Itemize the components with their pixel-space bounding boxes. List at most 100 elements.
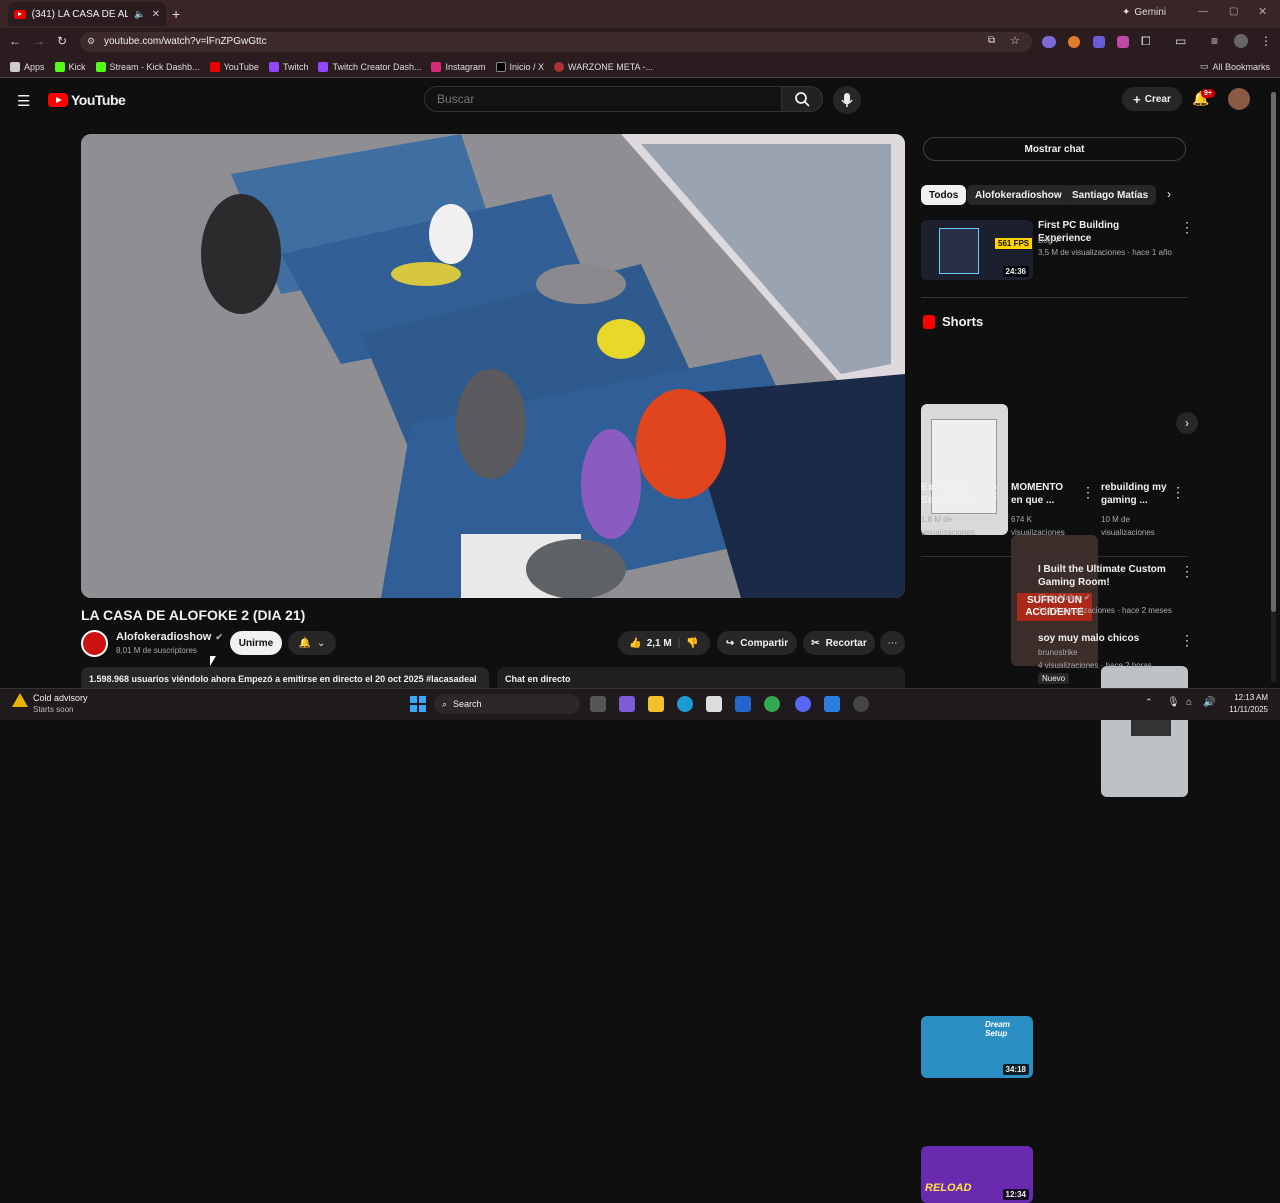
tab-close-icon[interactable]: ✕ [152,9,160,20]
puzzle-extensions-icon[interactable]: ⧠ [1141,34,1151,49]
tray-chevron-up-icon[interactable]: ⌃ [1145,697,1153,708]
extension-icon[interactable] [1117,36,1129,48]
clock-date[interactable]: 11/11/2025 [1224,705,1268,714]
app-icon[interactable] [853,696,869,712]
create-button[interactable]: + Crear [1122,87,1182,111]
store-icon[interactable] [706,696,722,712]
chips-next-arrow-icon[interactable]: › [1167,187,1171,201]
more-vertical-icon[interactable]: ⋮ [1081,484,1095,501]
channel-avatar[interactable] [81,630,108,657]
join-button[interactable]: Unirme [230,631,282,655]
bookmark-twitch-creator[interactable]: Twitch Creator Dash... [318,61,421,72]
more-vertical-icon[interactable]: ⋮ [1171,484,1185,501]
more-actions-button[interactable]: ⋯ [880,631,905,655]
app-icon[interactable] [824,696,840,712]
bookmark-kick-dashboard[interactable]: Stream - Kick Dashb... [95,61,200,72]
extension-icon[interactable] [1068,36,1080,48]
address-bar[interactable]: ⚙ youtube.com/watch?v=lFnZPGwGttc ⧉ ☆ [80,32,1032,52]
short-title[interactable]: rebuilding my gaming ... [1101,481,1167,507]
more-vertical-icon[interactable]: ⋮ [1180,563,1194,580]
chip-santiago[interactable]: Santiago Matías [1064,185,1157,205]
weather-title[interactable]: Cold advisory [33,693,88,703]
page-scrollbar-thumb[interactable] [1271,92,1276,612]
related-video-title[interactable]: I Built the Ultimate Custom Gaming Room! [1038,563,1168,589]
new-tab-button[interactable]: + [172,6,180,22]
short-title[interactable]: Extreme & Streaming... [921,481,987,507]
gemini-button[interactable]: ✦ Gemini [1122,7,1166,18]
cast-icon[interactable]: ▭ [1175,34,1186,48]
chip-channel[interactable]: Alofokeradioshow [967,185,1070,205]
chevron-right-icon: › [1185,416,1189,430]
bookmark-x[interactable]: Inicio / X [495,61,544,72]
bookmark-warzone[interactable]: WARZONE META -... [554,61,653,72]
taskbar-search[interactable]: ⌕ Search [434,694,580,714]
voice-search-button[interactable] [833,86,861,114]
youtube-play-icon [48,93,68,107]
related-channel[interactable]: Chris Maher ✔ [1038,591,1091,604]
share-button[interactable]: ↪ Compartir [717,631,797,655]
browser-menu-icon[interactable]: ⋮ [1260,34,1272,48]
browser-tab[interactable]: (341) LA CASA DE ALOFOKE 🔈 ✕ [8,2,166,26]
account-avatar[interactable] [1228,88,1250,110]
edge-icon[interactable] [677,696,693,712]
extension-icon[interactable] [1093,36,1105,48]
description-box[interactable]: 1.598.968 usuarios viéndolo ahora Empezó… [81,667,489,688]
bookmark-twitch[interactable]: Twitch [268,61,308,72]
more-vertical-icon[interactable]: ⋮ [1180,632,1194,649]
shorts-next-button[interactable]: › [1176,412,1198,434]
like-button[interactable]: 👍 2,1 M [629,638,671,649]
more-vertical-icon[interactable]: ⋮ [1180,219,1194,236]
install-app-icon[interactable]: ⧉ [988,35,995,46]
chip-all[interactable]: Todos [921,185,967,205]
discord-icon[interactable] [795,696,811,712]
short-thumbnail[interactable] [1101,666,1188,797]
tray-mic-icon[interactable]: 🎙 [1167,697,1180,708]
clock-time[interactable]: 12:13 AM [1228,693,1268,702]
site-info-icon[interactable]: ⚙ [87,36,95,47]
back-arrow-icon[interactable]: ← [9,34,21,48]
reload-icon[interactable]: ↻ [57,34,67,48]
network-icon[interactable]: ⌂ [1186,697,1192,708]
windows-start-icon[interactable] [410,696,426,712]
subscription-bell-button[interactable]: 🔔 ⌄ [288,631,336,655]
bookmark-instagram[interactable]: Instagram [431,61,486,72]
minimize-button[interactable]: — [1198,6,1208,17]
volume-icon[interactable]: 🔊 [1203,697,1215,708]
extension-icon[interactable] [1042,36,1056,48]
more-vertical-icon[interactable]: ⋮ [990,484,1004,501]
media-icon[interactable]: ≡ [1211,34,1218,48]
youtube-logo[interactable]: YouTube [48,92,126,108]
file-explorer-icon[interactable] [648,696,664,712]
video-player[interactable] [81,134,905,598]
task-view-icon[interactable] [590,696,606,712]
short-title[interactable]: MOMENTO en que ... [1011,481,1077,507]
search-input[interactable] [424,86,782,112]
related-video-title[interactable]: soy muy malo chicos [1038,632,1168,645]
search-button[interactable] [781,86,823,112]
mail-icon[interactable] [735,696,751,712]
bookmark-kick[interactable]: Kick [54,61,86,72]
live-chat-panel[interactable]: Chat en directo [497,667,905,688]
channel-name-link[interactable]: Alofokeradioshow ✔ [116,631,223,643]
thumbnail-text: RELOAD [925,1182,972,1194]
forward-arrow-icon[interactable]: → [33,34,45,48]
clip-button[interactable]: ✂ Recortar [803,631,875,655]
related-channel[interactable]: brunostrike [1038,646,1078,659]
video-thumbnail[interactable]: Dream Setup 34:18 [921,1016,1033,1078]
video-thumbnail[interactable]: RELOAD 12:34 [921,1146,1033,1203]
profile-avatar[interactable] [1234,34,1248,48]
bookmark-youtube[interactable]: YouTube [209,61,259,72]
chrome-icon[interactable] [764,696,780,712]
show-chat-button[interactable]: Mostrar chat [923,137,1186,161]
windows-taskbar [0,688,1280,720]
bookmark-apps[interactable]: Apps [10,61,45,72]
page-scrollbar-track[interactable] [1271,92,1276,682]
bookmark-star-icon[interactable]: ☆ [1010,34,1020,47]
maximize-button[interactable]: ▢ [1229,6,1238,17]
all-bookmarks[interactable]: ▭ All Bookmarks [1200,61,1270,72]
dislike-button[interactable]: 👎 [686,638,698,649]
copilot-icon[interactable] [619,696,635,712]
window-close-button[interactable]: ✕ [1258,5,1267,18]
video-thumbnail[interactable]: 561 FPS 24:36 [921,220,1033,280]
hamburger-menu-icon[interactable]: ☰ [17,92,30,110]
